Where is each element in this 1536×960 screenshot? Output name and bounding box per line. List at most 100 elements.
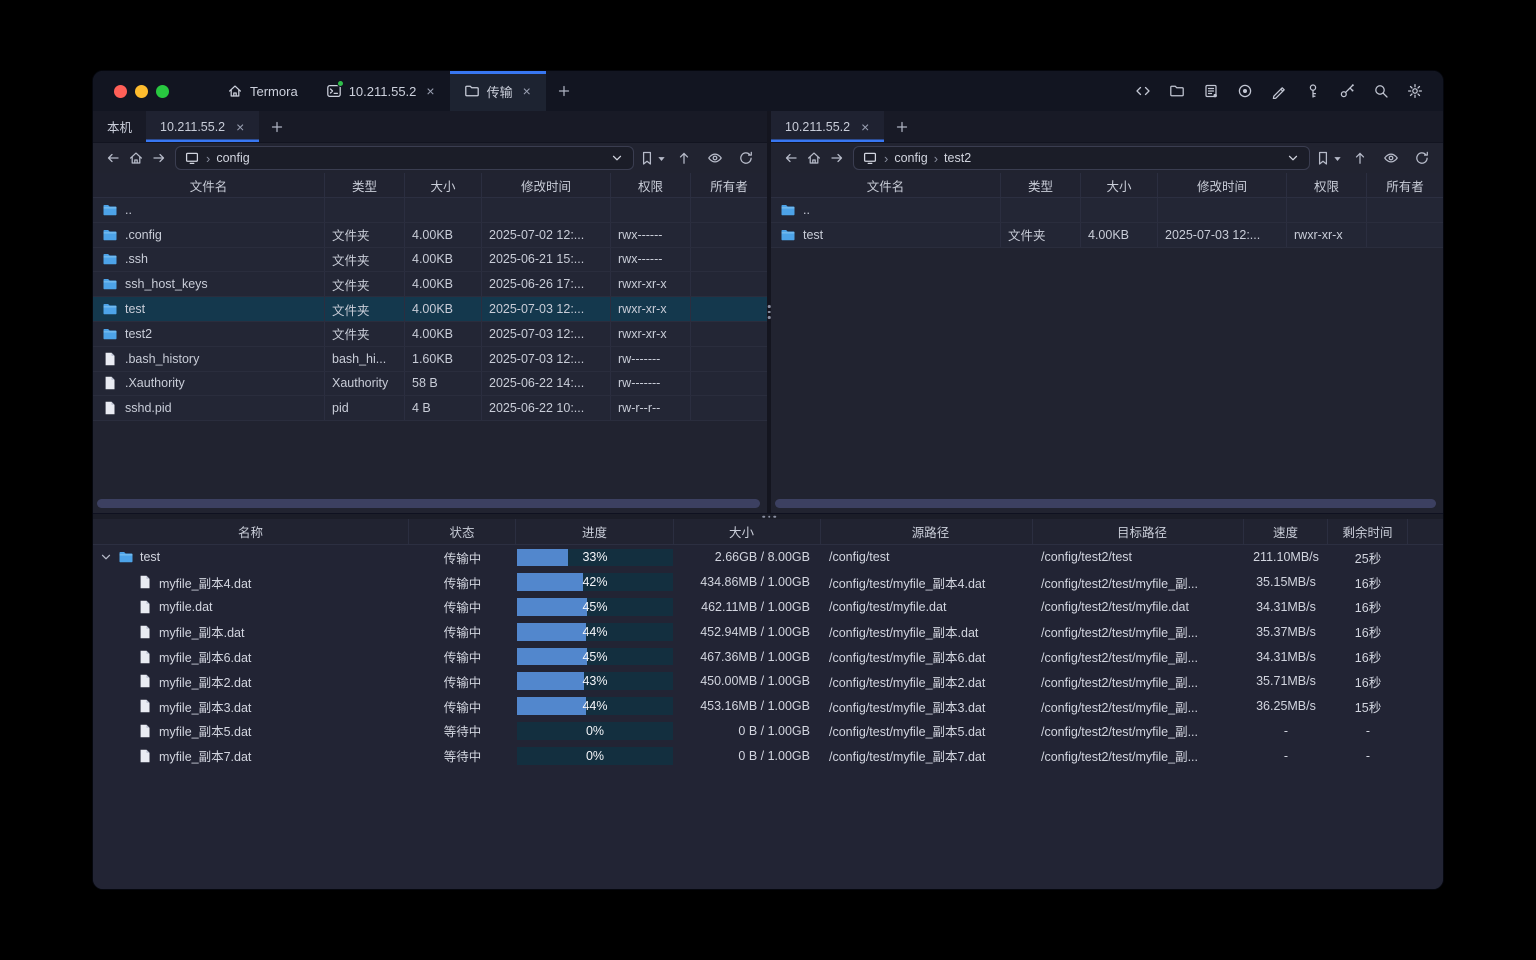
file-row[interactable]: test文件夹4.00KB2025-07-03 12:...rwxr-xr-x xyxy=(93,297,767,322)
file-row[interactable]: test文件夹4.00KB2025-07-03 12:...rwxr-xr-x xyxy=(771,223,1443,248)
column-header[interactable]: 进度 xyxy=(516,519,674,544)
file-permissions-cell: rwxr-xr-x xyxy=(611,297,691,321)
new-title-tab-button[interactable] xyxy=(546,71,582,111)
breadcrumb-segment[interactable]: config xyxy=(216,151,249,165)
transfer-row[interactable]: myfile_副本6.dat传输中45%467.36MB / 1.00GB/co… xyxy=(93,644,1443,669)
close-tab-icon[interactable]: × xyxy=(860,120,870,134)
transfer-row[interactable]: myfile_副本3.dat传输中44%453.16MB / 1.00GB/co… xyxy=(93,694,1443,719)
bookmark-icon xyxy=(639,150,655,166)
right-panel-tab[interactable]: 10.211.55.2× xyxy=(771,111,884,142)
column-header[interactable]: 文件名 xyxy=(93,173,325,197)
column-header[interactable]: 权限 xyxy=(611,173,691,197)
transfer-row[interactable]: test传输中33%2.66GB / 8.00GB/config/test/co… xyxy=(93,545,1443,570)
file-row[interactable]: .bash_historybash_hi...1.60KB2025-07-03 … xyxy=(93,347,767,372)
column-header[interactable]: 修改时间 xyxy=(1158,173,1287,197)
file-permissions-cell: rw------- xyxy=(611,372,691,396)
left-panel-tab[interactable]: 10.211.55.2× xyxy=(146,111,259,142)
transfer-row[interactable]: myfile_副本5.dat等待中0%0 B / 1.00GB/config/t… xyxy=(93,719,1443,744)
column-header[interactable]: 所有者 xyxy=(691,173,767,197)
file-name: sshd.pid xyxy=(125,401,172,415)
column-header[interactable]: 大小 xyxy=(405,173,482,197)
transfer-row[interactable]: myfile_副本4.dat传输中42%434.86MB / 1.00GB/co… xyxy=(93,570,1443,595)
column-header[interactable]: 类型 xyxy=(325,173,405,197)
refresh-button[interactable] xyxy=(1410,147,1433,170)
transfer-name-cell: test xyxy=(93,545,409,570)
settings-button[interactable] xyxy=(1403,80,1426,103)
transfer-size-cell: 467.36MB / 1.00GB xyxy=(674,644,821,669)
file-name: .. xyxy=(803,203,810,217)
home-button[interactable] xyxy=(124,147,147,170)
back-button[interactable] xyxy=(779,147,802,170)
column-header[interactable]: 源路径 xyxy=(821,519,1033,544)
record-button[interactable] xyxy=(1233,80,1256,103)
column-header[interactable]: 大小 xyxy=(1081,173,1158,197)
code-button[interactable] xyxy=(1131,80,1154,103)
column-header[interactable]: 权限 xyxy=(1287,173,1367,197)
column-header[interactable]: 类型 xyxy=(1001,173,1081,197)
expand-toggle[interactable] xyxy=(99,549,112,565)
close-tab-icon[interactable]: × xyxy=(522,84,532,98)
close-tab-icon[interactable]: × xyxy=(425,84,435,98)
up-button[interactable] xyxy=(672,147,695,170)
close-window-button[interactable] xyxy=(114,85,127,98)
right-breadcrumb-input[interactable]: ›config›test2 xyxy=(853,146,1310,170)
column-header[interactable]: 修改时间 xyxy=(482,173,611,197)
breadcrumb-segment[interactable]: config xyxy=(894,151,927,165)
zoom-window-button[interactable] xyxy=(156,85,169,98)
folder-button[interactable] xyxy=(1165,80,1188,103)
file-row[interactable]: sshd.pidpid4 B2025-06-22 10:...rw-r--r-- xyxy=(93,396,767,421)
minimize-window-button[interactable] xyxy=(135,85,148,98)
key-button[interactable] xyxy=(1301,80,1324,103)
file-row[interactable]: .ssh文件夹4.00KB2025-06-21 15:...rwx------ xyxy=(93,248,767,273)
search-button[interactable] xyxy=(1369,80,1392,103)
right-horizontal-scrollbar[interactable] xyxy=(775,499,1436,508)
forward-button[interactable] xyxy=(825,147,848,170)
breadcrumb-segment[interactable]: test2 xyxy=(944,151,971,165)
progress-label: 0% xyxy=(516,743,674,768)
bookmark-button[interactable] xyxy=(641,147,664,170)
transfer-progress-cell: 44% xyxy=(516,619,674,644)
transfer-row[interactable]: myfile_副本.dat传输中44%452.94MB / 1.00GB/con… xyxy=(93,619,1443,644)
back-button[interactable] xyxy=(101,147,124,170)
left-panel-tab[interactable]: 本机 xyxy=(93,111,146,142)
column-header[interactable]: 所有者 xyxy=(1367,173,1443,197)
left-horizontal-scrollbar[interactable] xyxy=(97,499,760,508)
title-tab[interactable]: 10.211.55.2× xyxy=(312,71,450,111)
refresh-button[interactable] xyxy=(734,147,757,170)
file-row[interactable]: ssh_host_keys文件夹4.00KB2025-06-26 17:...r… xyxy=(93,272,767,297)
file-name-cell: .. xyxy=(93,198,325,222)
file-modified-cell: 2025-07-02 12:... xyxy=(482,223,611,247)
title-tab[interactable]: 传输× xyxy=(450,71,546,111)
notes-button[interactable] xyxy=(1199,80,1222,103)
file-row[interactable]: .config文件夹4.00KB2025-07-02 12:...rwx----… xyxy=(93,223,767,248)
right-panel-new-tab-button[interactable] xyxy=(884,111,920,142)
transfer-row[interactable]: myfile_副本7.dat等待中0%0 B / 1.00GB/config/t… xyxy=(93,743,1443,768)
file-row[interactable]: test2文件夹4.00KB2025-07-03 12:...rwxr-xr-x xyxy=(93,322,767,347)
column-header[interactable]: 大小 xyxy=(674,519,821,544)
title-tab[interactable]: Termora xyxy=(213,71,312,111)
keychain-button[interactable] xyxy=(1335,80,1358,103)
transfer-target-cell: /config/test2/test/myfile_副... xyxy=(1033,669,1244,694)
pen-button[interactable] xyxy=(1267,80,1290,103)
transfer-row[interactable]: myfile_副本2.dat传输中43%450.00MB / 1.00GB/co… xyxy=(93,669,1443,694)
home-button[interactable] xyxy=(802,147,825,170)
up-button[interactable] xyxy=(1348,147,1371,170)
bookmark-button[interactable] xyxy=(1317,147,1340,170)
forward-button[interactable] xyxy=(147,147,170,170)
column-header[interactable]: 文件名 xyxy=(771,173,1001,197)
close-tab-icon[interactable]: × xyxy=(235,120,245,134)
column-header[interactable]: 速度 xyxy=(1244,519,1328,544)
column-header[interactable]: 目标路径 xyxy=(1033,519,1244,544)
left-breadcrumb-input[interactable]: ›config xyxy=(175,146,634,170)
column-header[interactable]: 剩余时间 xyxy=(1328,519,1408,544)
panel-tab-label: 本机 xyxy=(107,117,132,136)
left-panel-new-tab-button[interactable] xyxy=(259,111,295,142)
file-row[interactable]: .XauthorityXauthority58 B2025-06-22 14:.… xyxy=(93,372,767,397)
eye-button[interactable] xyxy=(1379,147,1402,170)
transfer-row[interactable]: myfile.dat传输中45%462.11MB / 1.00GB/config… xyxy=(93,595,1443,620)
eye-button[interactable] xyxy=(703,147,726,170)
column-header[interactable]: 状态 xyxy=(409,519,516,544)
file-row[interactable]: .. xyxy=(771,198,1443,223)
file-row[interactable]: .. xyxy=(93,198,767,223)
column-header[interactable]: 名称 xyxy=(93,519,409,544)
